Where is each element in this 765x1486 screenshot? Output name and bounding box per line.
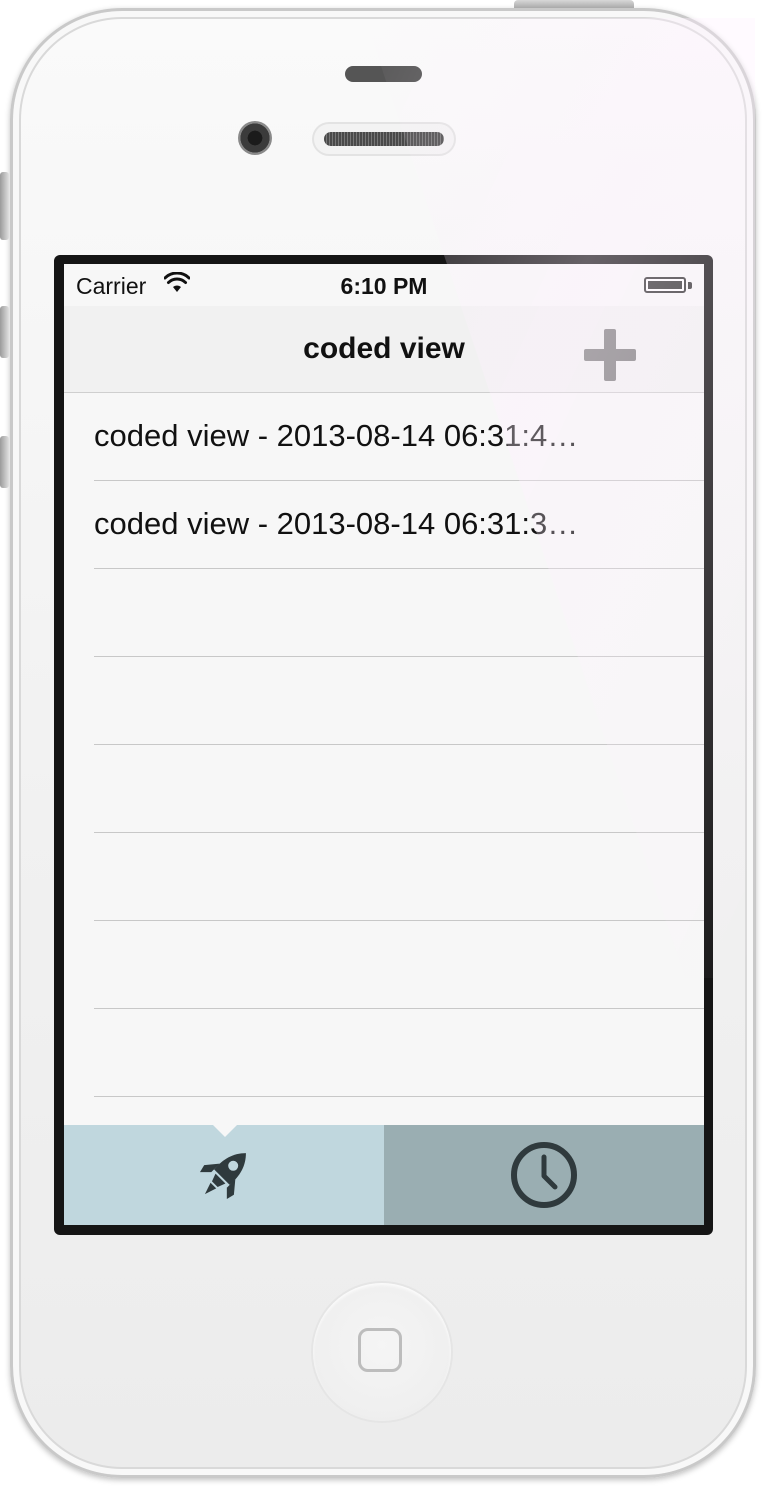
add-button[interactable]: [578, 323, 642, 387]
battery-tip: [688, 282, 692, 289]
power-button: [514, 0, 634, 8]
rocket-icon: [199, 1153, 246, 1200]
empty-list-row: [94, 921, 704, 1009]
battery-icon: [644, 277, 686, 293]
tab-bar: [64, 1124, 704, 1225]
plus-icon: [584, 329, 636, 381]
volume-down-button: [0, 436, 9, 488]
front-camera: [238, 121, 272, 155]
navigation-bar: coded view: [64, 306, 704, 393]
speaker-grill: [324, 132, 444, 146]
volume-up-button: [0, 306, 9, 358]
tab-rocket[interactable]: [64, 1124, 384, 1225]
home-button[interactable]: [313, 1283, 451, 1421]
status-bar: Carrier 6:10 PM: [64, 264, 704, 306]
clock-icon: [511, 1142, 577, 1208]
mute-switch: [0, 172, 9, 240]
table-list: coded view - 2013-08-14 06:31:4… coded v…: [64, 393, 704, 1097]
selected-tab-indicator: [212, 1124, 238, 1137]
empty-list-row: [94, 569, 704, 657]
proximity-sensor: [345, 66, 422, 82]
list-item-label: coded view - 2013-08-14 06:31:4…: [94, 418, 579, 453]
empty-list-row: [94, 657, 704, 745]
app-screen: Carrier 6:10 PM coded view coded view - …: [64, 264, 704, 1225]
list-item[interactable]: coded view - 2013-08-14 06:31:4…: [94, 393, 704, 481]
earpiece-speaker: [314, 124, 454, 154]
list-item-label: coded view - 2013-08-14 06:31:3…: [94, 506, 579, 541]
empty-list-row: [94, 745, 704, 833]
plus-icon-vertical: [604, 329, 616, 381]
battery-level: [648, 281, 682, 289]
list-item[interactable]: coded view - 2013-08-14 06:31:3…: [94, 481, 704, 569]
home-button-square-icon: [358, 1328, 402, 1372]
status-time: 6:10 PM: [340, 273, 428, 299]
tab-clock[interactable]: [384, 1125, 704, 1225]
empty-list-row: [94, 1009, 704, 1097]
empty-list-row: [94, 833, 704, 921]
